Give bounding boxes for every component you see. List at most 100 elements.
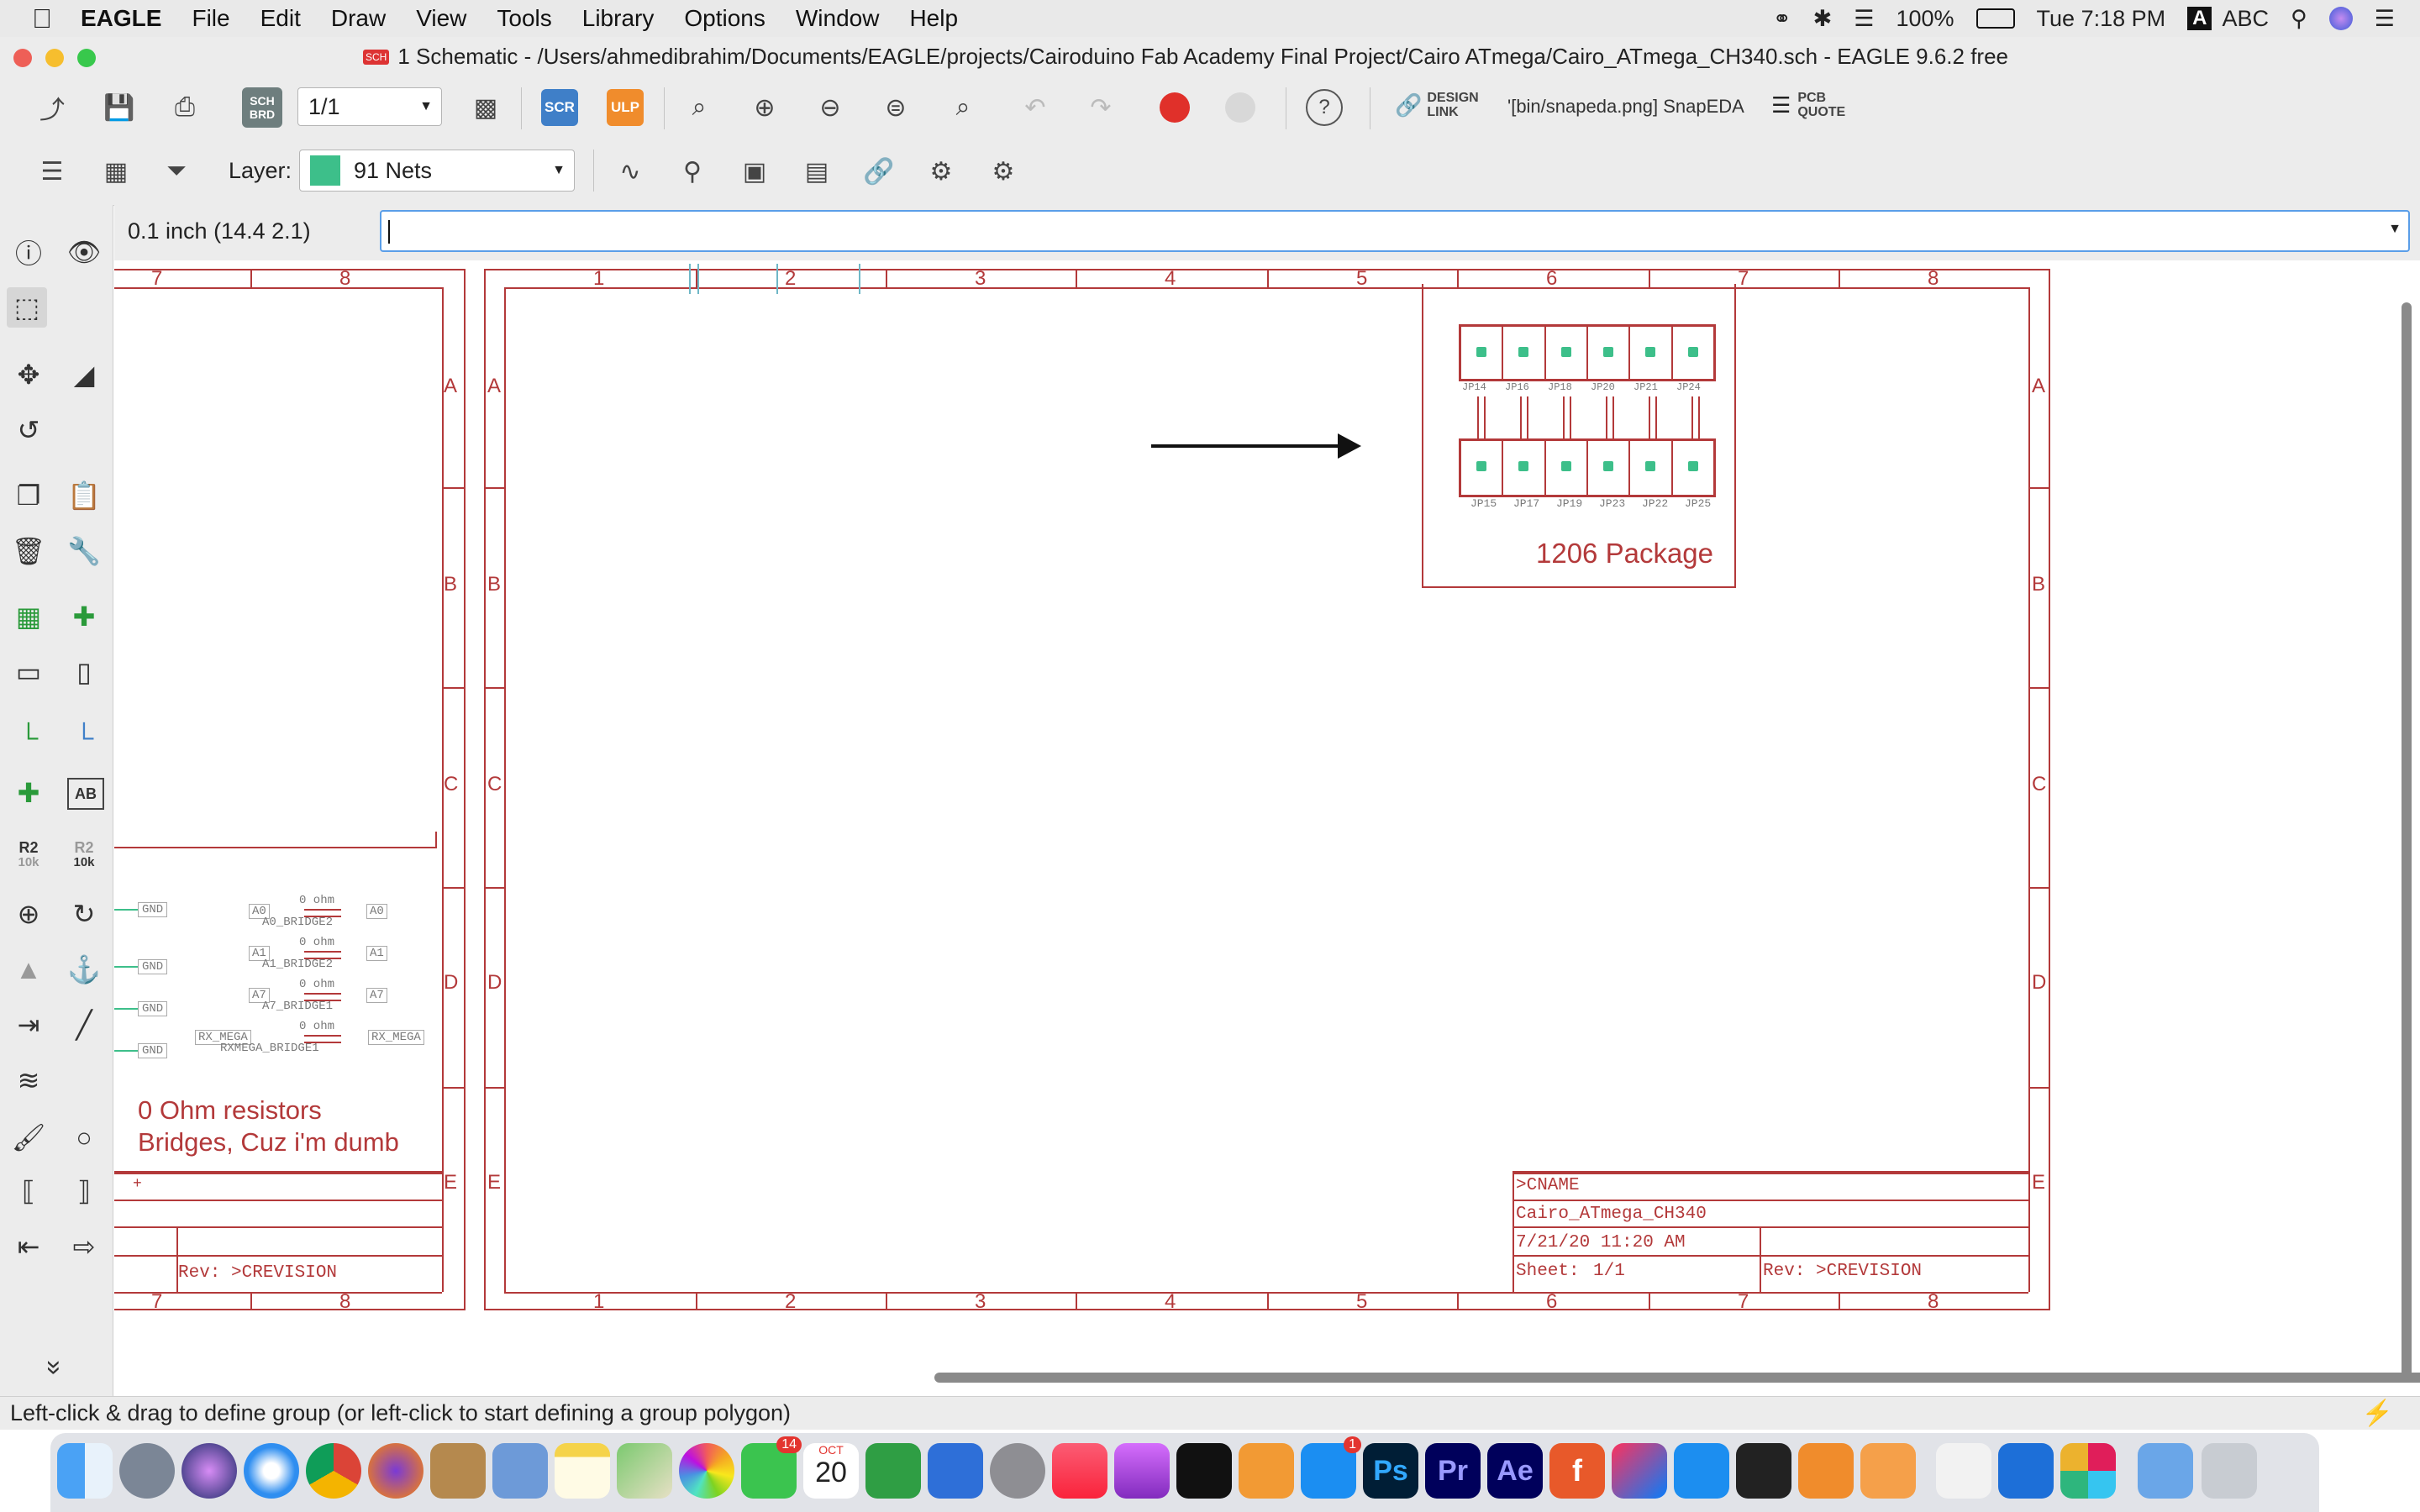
design-link-button[interactable]: 🔗 DESIGN LINK — [1395, 91, 1479, 119]
menu-library[interactable]: Library — [582, 5, 655, 32]
rotate-icon[interactable]: ↺ — [8, 410, 49, 450]
chevron-down-icon[interactable]: ▼ — [2388, 222, 2402, 237]
bridge-resistor-group[interactable]: GND GND GND GND 0 ohm A0 A0 A0_BRIDGE2 0… — [114, 882, 442, 1058]
bridge-a0[interactable]: 0 ohm A0 A0 A0_BRIDGE2 — [249, 894, 442, 929]
move-icon[interactable]: ✥ — [8, 354, 49, 395]
group-select-icon[interactable]: ⬚ — [7, 287, 47, 328]
bluetooth-icon[interactable]: ✱ — [1813, 6, 1833, 32]
compress-icon[interactable]: ⇤ — [8, 1226, 49, 1267]
menu-file[interactable]: File — [192, 5, 229, 32]
line-icon[interactable]: ╱ — [64, 1005, 104, 1045]
apple-menu-icon[interactable]:  — [32, 3, 52, 34]
app-store-icon[interactable]: 1 — [1301, 1436, 1361, 1499]
circle-icon[interactable]: ○ — [64, 1117, 104, 1158]
notification-center-icon[interactable]: ☰ — [2375, 6, 2395, 32]
numbers-icon[interactable] — [865, 1443, 921, 1499]
fusion-app-icon[interactable] — [1798, 1443, 1854, 1499]
input-source-icon[interactable]: A — [2187, 7, 2212, 30]
ulp-button[interactable]: ULP — [607, 89, 644, 126]
preview-icon[interactable] — [492, 1443, 548, 1499]
bridge-rx-mega[interactable]: 0 ohm RX_MEGA RX_MEGA RXMEGA_BRIDGE1 — [195, 1020, 442, 1055]
paint-roller-icon[interactable]: 🖌 — [8, 1117, 49, 1158]
finder-icon[interactable] — [57, 1443, 113, 1499]
menu-view[interactable]: View — [416, 5, 466, 32]
command-input[interactable]: ▼ — [380, 210, 2410, 252]
jumper-row-top[interactable] — [1459, 324, 1716, 381]
bridge-a7[interactable]: 0 ohm A7 A7 A7_BRIDGE1 — [249, 978, 442, 1013]
menu-options[interactable]: Options — [684, 5, 765, 32]
menu-draw[interactable]: Draw — [331, 5, 386, 32]
add-gate-icon[interactable]: ✚ — [64, 596, 104, 637]
bridge-a1[interactable]: 0 ohm A1 A1 A1_BRIDGE2 — [249, 936, 442, 971]
clock[interactable]: Tue 7:18 PM — [2037, 6, 2166, 32]
menu-window[interactable]: Window — [796, 5, 880, 32]
name-tool[interactable]: R2 10k — [8, 835, 49, 875]
show-icon[interactable]: 👁 — [64, 232, 104, 272]
input-source-label[interactable]: ABC — [2222, 6, 2269, 32]
intellij-icon[interactable] — [1612, 1443, 1667, 1499]
print-icon[interactable]: ⎙ — [166, 89, 203, 126]
system-preferences-icon[interactable] — [990, 1443, 1045, 1499]
safari-icon[interactable] — [244, 1443, 299, 1499]
wifi-icon[interactable]: ☰ — [1854, 6, 1874, 32]
label-button[interactable]: AB — [67, 778, 104, 810]
c-app-icon[interactable] — [1998, 1443, 2054, 1499]
vertical-scrollbar-thumb[interactable] — [2402, 302, 2412, 1378]
after-effects-icon[interactable]: Ae — [1487, 1443, 1543, 1499]
gate-swap-icon[interactable]: ▯ — [64, 652, 104, 692]
bracket-icon[interactable]: ⟦ — [8, 1171, 49, 1211]
terminal-icon[interactable] — [1736, 1443, 1791, 1499]
bracket-alt-icon[interactable]: ⟧ — [64, 1171, 104, 1211]
launchpad-icon[interactable] — [119, 1443, 175, 1499]
zoom-fit-icon[interactable]: ⌕ — [681, 89, 718, 126]
copy-icon[interactable]: ❐ — [8, 475, 49, 516]
jumper-row-bottom[interactable] — [1459, 438, 1716, 497]
horizontal-scrollbar-thumb[interactable] — [934, 1373, 2420, 1383]
info-icon[interactable]: ⓘ — [8, 232, 49, 272]
mirror-icon[interactable]: ◢ — [64, 354, 104, 395]
switch-sch-brd-button[interactable]: SCH BRD — [242, 87, 282, 128]
expand-palette-button[interactable]: » — [35, 1347, 76, 1388]
menu-tools[interactable]: Tools — [497, 5, 551, 32]
premiere-icon[interactable]: Pr — [1425, 1443, 1481, 1499]
spotlight-search-icon[interactable]: ⚲ — [2291, 6, 2307, 32]
textedit-icon[interactable] — [1936, 1443, 1991, 1499]
slack-icon[interactable] — [2060, 1443, 2116, 1499]
facetime-icon[interactable]: 14 — [741, 1436, 802, 1499]
open-icon[interactable]: ⤴ — [34, 89, 71, 126]
firefox-icon[interactable] — [368, 1443, 424, 1499]
settings-alt-icon[interactable]: ⚙ — [985, 153, 1022, 190]
replace-icon[interactable]: ▭ — [8, 652, 49, 692]
zoom-in-icon[interactable]: ⊕ — [746, 89, 783, 126]
inspect-icon[interactable]: ⚲ — [674, 153, 711, 190]
grid-icon[interactable]: ▦ — [97, 153, 134, 190]
miter-icon[interactable]: ≋ — [8, 1060, 49, 1100]
net-icon[interactable]: ⇥ — [8, 1005, 49, 1045]
battery-percent[interactable]: 100% — [1896, 6, 1954, 32]
add-part-icon[interactable]: ▦ — [8, 596, 49, 637]
minimize-window-button[interactable] — [45, 49, 64, 67]
paste-icon[interactable]: 📋 — [64, 475, 104, 516]
maps-icon[interactable] — [617, 1443, 672, 1499]
fusion360-icon[interactable]: f — [1549, 1443, 1605, 1499]
zoom-select-icon[interactable]: ⌕ — [944, 89, 981, 126]
layers-icon[interactable]: ☰ — [34, 153, 71, 190]
help-button[interactable]: ? — [1306, 89, 1343, 126]
wire-style-icon[interactable]: ∿ — [612, 153, 649, 190]
calendar-icon[interactable]: OCT 20 — [803, 1443, 859, 1499]
music-icon[interactable] — [1052, 1443, 1107, 1499]
zoom-redraw-icon[interactable]: ⊜ — [877, 89, 914, 126]
sheet-dropdown[interactable]: 1/1 ▼ — [297, 87, 442, 126]
script-button[interactable]: SCR — [541, 89, 578, 126]
downloads-folder-icon[interactable] — [2138, 1443, 2193, 1499]
trash-icon[interactable] — [2202, 1443, 2257, 1499]
arrow-line[interactable] — [1151, 444, 1343, 448]
erc-icon[interactable]: ▣ — [736, 153, 773, 190]
photoshop-icon[interactable]: Ps — [1363, 1443, 1418, 1499]
add-link-icon[interactable]: 🔗 — [860, 153, 897, 190]
stack-icon[interactable]: ▩ — [467, 89, 504, 126]
add-pin-icon[interactable]: ⊕ — [8, 894, 49, 934]
zoom-window-button[interactable] — [77, 49, 96, 67]
pcb-quote-button[interactable]: ☰ PCB QUOTE — [1771, 91, 1845, 119]
books-icon[interactable] — [1239, 1443, 1294, 1499]
